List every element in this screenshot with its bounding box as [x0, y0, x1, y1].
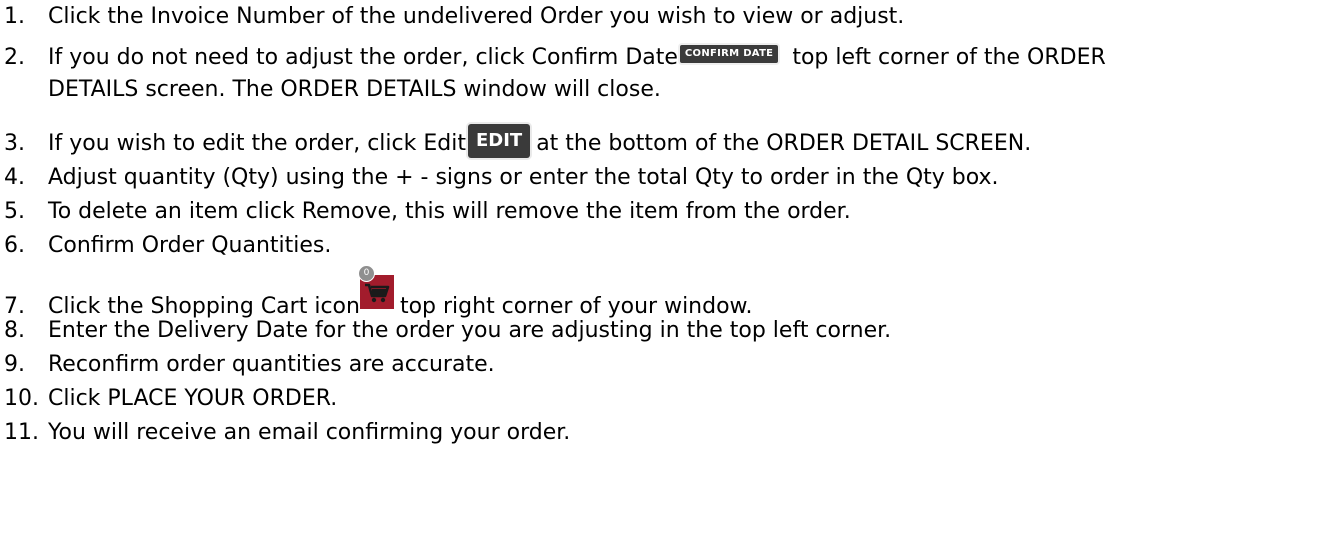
- step-2: 2. If you do not need to adjust the order…: [4, 41, 1324, 75]
- cart-badge: 0: [357, 265, 375, 282]
- step-number: 2.: [4, 45, 25, 70]
- step-5: 5. To delete an item click Remove, this w…: [4, 195, 1324, 229]
- step-text: To delete an item click Remove, this wil…: [48, 199, 851, 224]
- step-text: Adjust quantity (Qty) using the + - sign…: [48, 165, 999, 190]
- cart-glyph-icon: [364, 283, 390, 303]
- step-number: 8.: [4, 318, 25, 343]
- step-number: 9.: [4, 352, 25, 377]
- step-number: 4.: [4, 165, 25, 190]
- step-text-after: top left corner of the ORDER: [792, 45, 1106, 70]
- shopping-cart-icon: 0: [357, 265, 394, 309]
- step-number: 11.: [4, 420, 39, 445]
- step-text-before: If you do not need to adjust the order, …: [48, 45, 678, 70]
- step-2-continuation: DETAILS screen. The ORDER DETAILS window…: [48, 77, 661, 102]
- step-number: 3.: [4, 131, 25, 156]
- step-text-after: at the bottom of the ORDER DETAIL SCREEN…: [536, 131, 1032, 156]
- step-11: 11. You will receive an email confirming …: [4, 416, 1324, 450]
- step-text: Click the Invoice Number of the undelive…: [48, 4, 905, 29]
- step-text: Enter the Delivery Date for the order yo…: [48, 318, 892, 343]
- edit-button: EDIT: [467, 124, 531, 158]
- step-3: 3. If you wish to edit the order, click E…: [4, 124, 1324, 161]
- step-9: 9. Reconfirm order quantities are accurat…: [4, 348, 1324, 382]
- step-text: Reconfirm order quantities are accurate.: [48, 352, 495, 377]
- step-10: 10. Click PLACE YOUR ORDER.: [4, 382, 1324, 416]
- step-text: Confirm Order Quantities.: [48, 233, 332, 258]
- step-text-before: If you wish to edit the order, click Edi…: [48, 131, 466, 156]
- step-text: Click PLACE YOUR ORDER.: [48, 386, 338, 411]
- step-text: You will receive an email confirming you…: [48, 420, 571, 445]
- step-number: 10.: [4, 386, 39, 411]
- step-1: 1. Click the Invoice Number of the undeli…: [4, 0, 1324, 34]
- confirm-date-button: CONFIRM DATE: [679, 45, 779, 63]
- step-6: 6. Confirm Order Quantities.: [4, 229, 1324, 263]
- step-number: 5.: [4, 199, 25, 224]
- step-number: 6.: [4, 233, 25, 258]
- step-4: 4. Adjust quantity (Qty) using the + - si…: [4, 161, 1324, 195]
- instructions-document: 1. Click the Invoice Number of the undeli…: [0, 0, 1330, 541]
- step-number: 1.: [4, 4, 25, 29]
- step-8: 8. Enter the Delivery Date for the order …: [4, 314, 1324, 348]
